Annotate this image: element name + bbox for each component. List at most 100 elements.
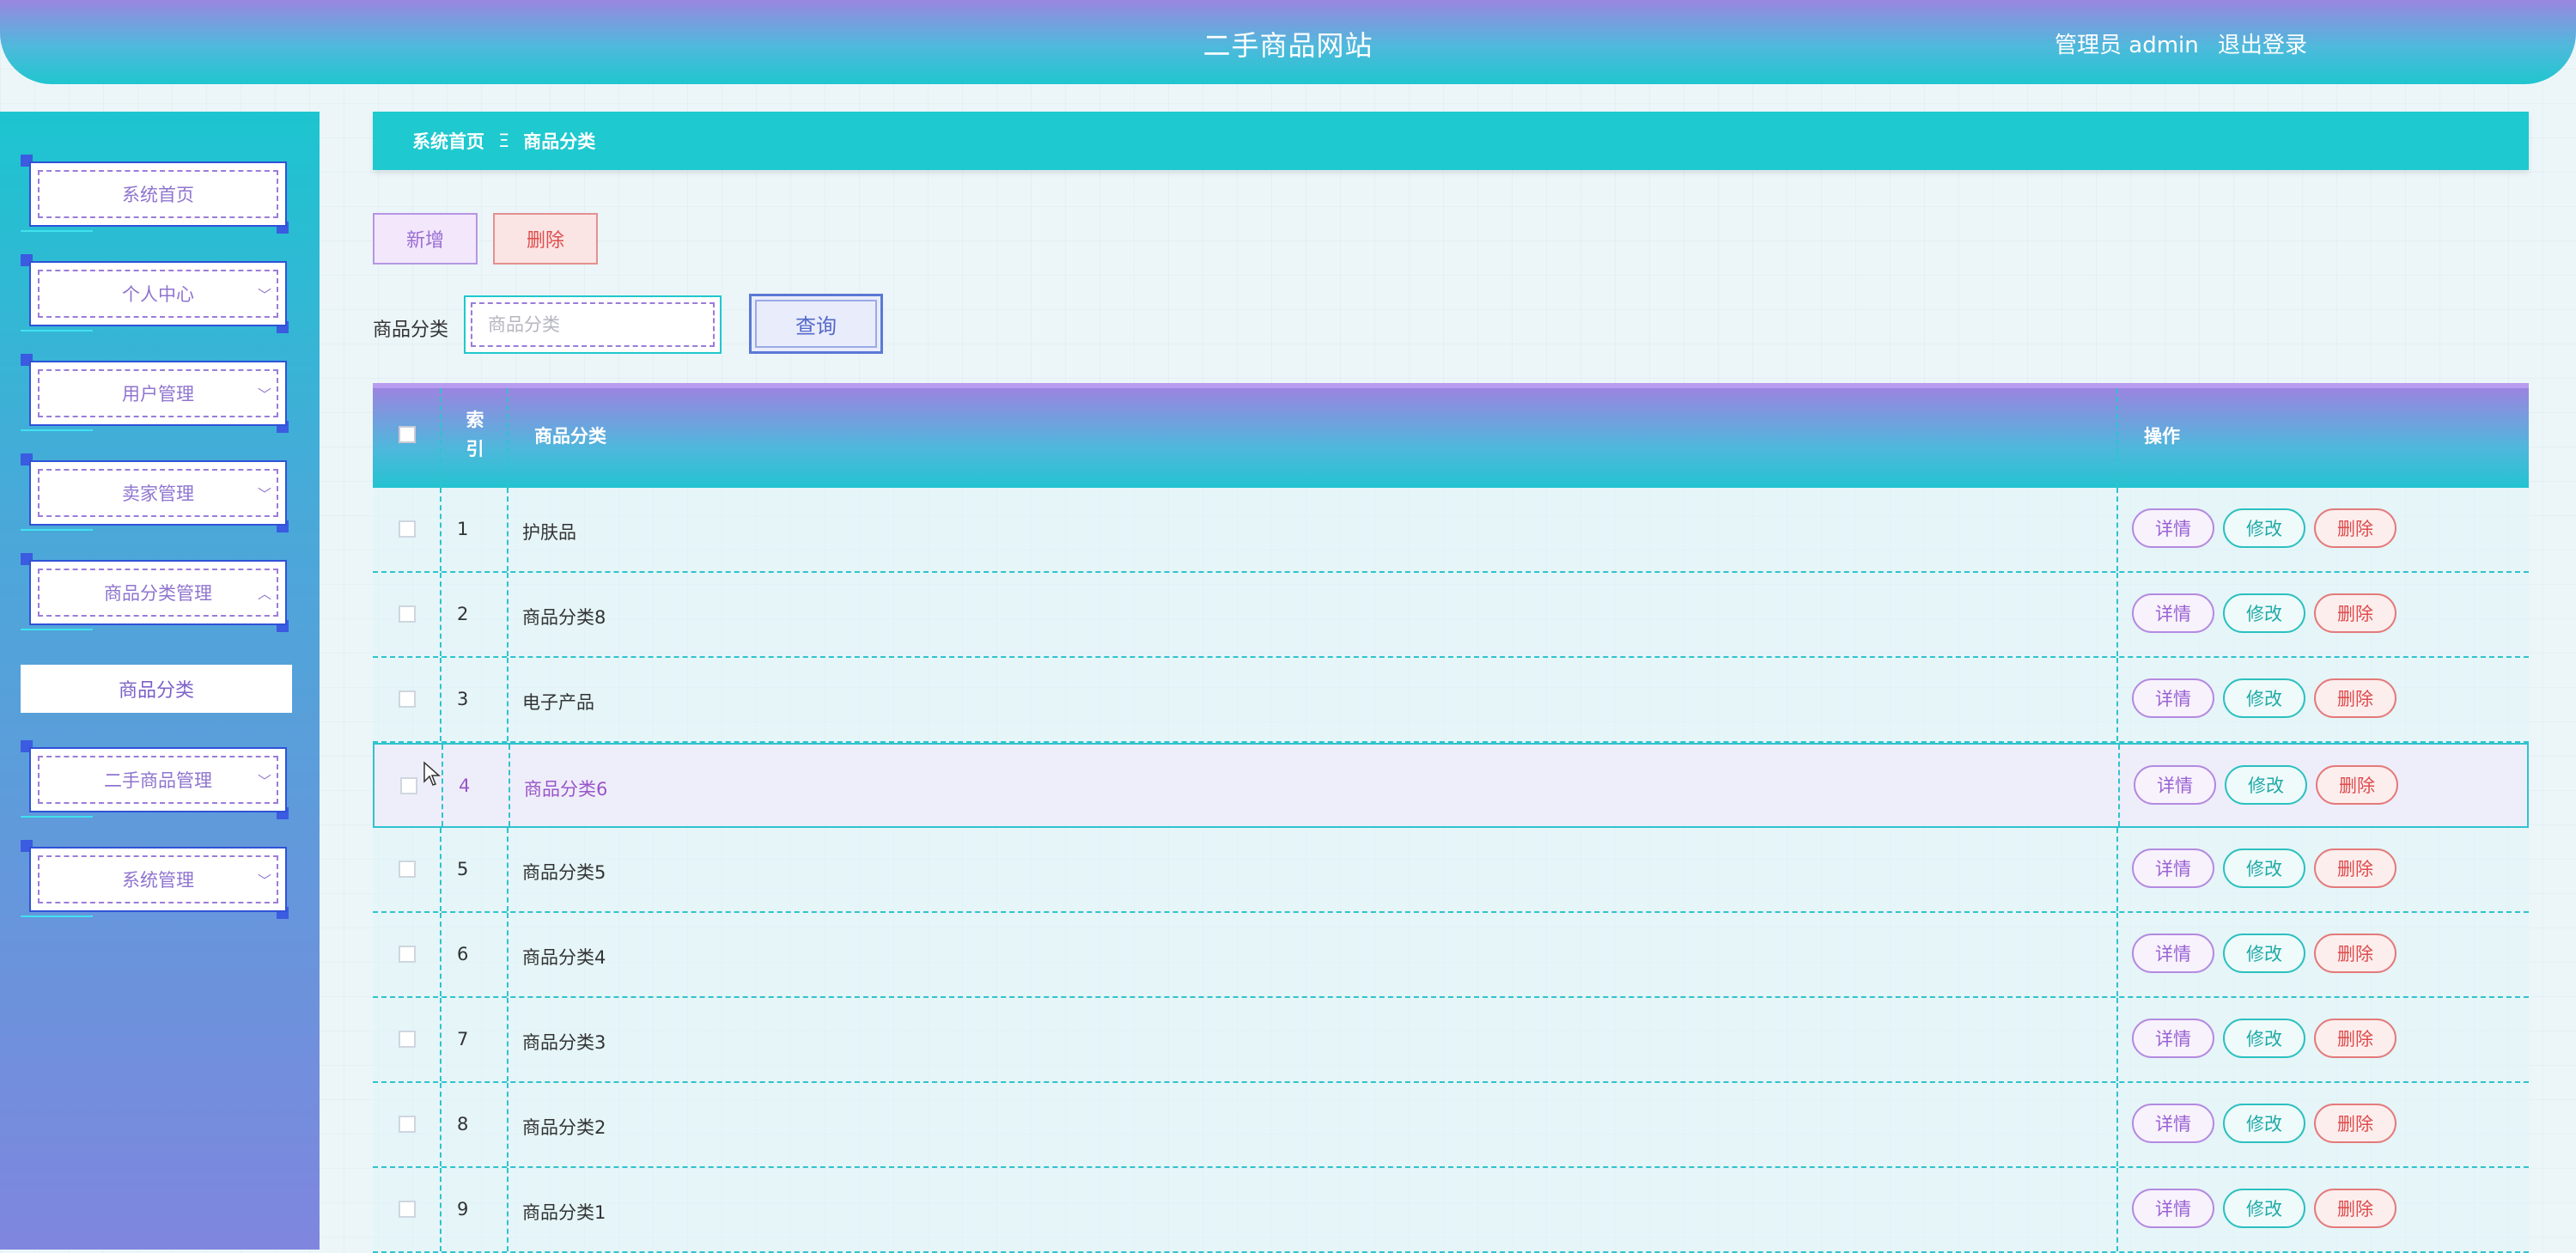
row-actions: 详情 修改 删除: [2132, 1189, 2396, 1228]
edit-button[interactable]: 修改: [2223, 1019, 2305, 1058]
detail-button[interactable]: 详情: [2132, 1104, 2214, 1143]
menu-inner: 二手商品管理: [38, 756, 278, 804]
delete-button[interactable]: 删除: [2314, 678, 2396, 718]
row-category-name: 商品分类4: [522, 947, 606, 968]
row-checkbox[interactable]: [399, 861, 416, 878]
row-name-cell: 商品分类2: [507, 1083, 2118, 1166]
row-checkbox[interactable]: [399, 605, 416, 623]
edit-button[interactable]: 修改: [2223, 508, 2305, 548]
row-category-name: 商品分类2: [522, 1117, 606, 1138]
delete-button[interactable]: 删除: [2314, 508, 2396, 548]
row-index: 7: [457, 1029, 469, 1049]
edit-button[interactable]: 修改: [2223, 593, 2305, 633]
menu-frame: 二手商品管理 ﹀: [29, 747, 287, 812]
delete-button[interactable]: 删除: [2314, 593, 2396, 633]
chevron-down-icon: ﹀: [257, 287, 271, 303]
row-category-name: 商品分类6: [524, 779, 608, 800]
row-actions: 详情 修改 删除: [2132, 849, 2396, 888]
mouse-cursor-icon: [423, 761, 441, 786]
row-index: 1: [457, 519, 469, 539]
row-name-cell: 商品分类6: [509, 745, 2120, 826]
edit-button[interactable]: 修改: [2223, 849, 2305, 888]
admin-user-label: 管理员 admin: [2055, 33, 2199, 58]
search-button[interactable]: 查询: [749, 294, 883, 354]
sidebar-item-label: 二手商品管理: [104, 770, 212, 791]
detail-button[interactable]: 详情: [2132, 678, 2214, 718]
detail-button[interactable]: 详情: [2132, 1019, 2214, 1058]
select-all-checkbox[interactable]: [399, 426, 416, 443]
header-index-cell: 索 引: [440, 388, 509, 488]
row-ops-cell: 详情 修改 删除: [2116, 913, 2530, 996]
row-name-cell: 商品分类4: [507, 913, 2118, 996]
menu-frame: 用户管理 ﹀: [29, 361, 287, 426]
menu-accent-line: [21, 529, 93, 531]
sidebar-item-6[interactable]: 系统管理 ﹀: [21, 840, 289, 919]
add-button[interactable]: 新增: [373, 213, 478, 265]
row-check-cell: [373, 1168, 440, 1251]
edit-button[interactable]: 修改: [2223, 1189, 2305, 1228]
delete-button[interactable]: 删除: [2314, 1019, 2396, 1058]
table-row: 6 商品分类4 详情 修改 删除: [373, 913, 2529, 998]
sidebar-item-5[interactable]: 二手商品管理 ﹀: [21, 740, 289, 819]
row-name-cell: 商品分类5: [507, 828, 2118, 911]
table-row: 9 商品分类1 详情 修改 删除: [373, 1168, 2529, 1253]
menu-frame: 商品分类管理 ︿: [29, 560, 287, 625]
search-input[interactable]: [471, 302, 715, 347]
row-category-name: 商品分类8: [522, 607, 606, 628]
row-actions: 详情 修改 删除: [2134, 765, 2398, 805]
sidebar-item-label: 用户管理: [122, 384, 194, 404]
delete-button[interactable]: 删除: [2316, 765, 2398, 805]
row-index-cell: 4: [442, 745, 510, 826]
table-row: 3 电子产品 详情 修改 删除: [373, 658, 2529, 743]
row-checkbox[interactable]: [399, 690, 416, 708]
detail-button[interactable]: 详情: [2134, 765, 2216, 805]
row-checkbox[interactable]: [399, 520, 416, 538]
search-button-label: 查询: [755, 300, 877, 348]
edit-button[interactable]: 修改: [2223, 934, 2305, 973]
sidebar-item-0[interactable]: 系统首页: [21, 155, 289, 234]
breadcrumb: 系统首页 Ξ 商品分类: [373, 112, 2529, 170]
delete-button[interactable]: 删除: [2314, 934, 2396, 973]
batch-delete-button[interactable]: 删除: [493, 213, 598, 265]
edit-button[interactable]: 修改: [2223, 678, 2305, 718]
table-row: 2 商品分类8 详情 修改 删除: [373, 573, 2529, 658]
menu-inner: 系统首页: [38, 170, 278, 218]
sidebar-item-4[interactable]: 商品分类管理 ︿: [21, 553, 289, 632]
row-check-cell: [373, 998, 440, 1081]
table-row: 8 商品分类2 详情 修改 删除: [373, 1083, 2529, 1168]
menu-frame: 系统首页: [29, 161, 287, 227]
row-checkbox[interactable]: [399, 946, 416, 963]
edit-button[interactable]: 修改: [2225, 765, 2307, 805]
table-body: 1 护肤品 详情 修改 删除 2 商品分类8 详情 修改 删除 3 电子产品 详情 修改 删除 4 商品分类6 详…: [373, 488, 2529, 1253]
row-checkbox[interactable]: [399, 1031, 416, 1048]
detail-button[interactable]: 详情: [2132, 934, 2214, 973]
edit-button[interactable]: 修改: [2223, 1104, 2305, 1143]
sidebar-item-2[interactable]: 用户管理 ﹀: [21, 354, 289, 433]
logout-link[interactable]: 退出登录: [2218, 33, 2307, 58]
detail-button[interactable]: 详情: [2132, 508, 2214, 548]
row-name-cell: 商品分类3: [507, 998, 2118, 1081]
row-checkbox[interactable]: [400, 777, 417, 794]
row-actions: 详情 修改 删除: [2132, 678, 2396, 718]
row-index-cell: 8: [440, 1083, 509, 1166]
header-check-cell: [373, 388, 440, 488]
sidebar-item-3[interactable]: 卖家管理 ﹀: [21, 453, 289, 532]
row-checkbox[interactable]: [399, 1201, 416, 1218]
detail-button[interactable]: 详情: [2132, 593, 2214, 633]
row-ops-cell: 详情 修改 删除: [2116, 488, 2530, 571]
delete-button[interactable]: 删除: [2314, 1189, 2396, 1228]
delete-button[interactable]: 删除: [2314, 849, 2396, 888]
row-ops-cell: 详情 修改 删除: [2116, 1083, 2530, 1166]
submenu-item-product-category[interactable]: 商品分类: [21, 665, 292, 713]
delete-button[interactable]: 删除: [2314, 1104, 2396, 1143]
row-checkbox[interactable]: [399, 1116, 416, 1133]
detail-button[interactable]: 详情: [2132, 849, 2214, 888]
breadcrumb-home[interactable]: 系统首页: [412, 128, 484, 154]
menu-inner: 用户管理: [38, 369, 278, 417]
detail-button[interactable]: 详情: [2132, 1189, 2214, 1228]
category-table: 索 引 商品分类 操作 1 护肤品 详情 修改 删除 2 商品分类8 详情 修改 删除 3 电子产品详…: [373, 383, 2529, 1253]
row-actions: 详情 修改 删除: [2132, 1104, 2396, 1143]
sidebar-item-label: 系统首页: [122, 185, 194, 205]
sidebar-item-1[interactable]: 个人中心 ﹀: [21, 254, 289, 333]
row-index: 8: [457, 1114, 469, 1134]
